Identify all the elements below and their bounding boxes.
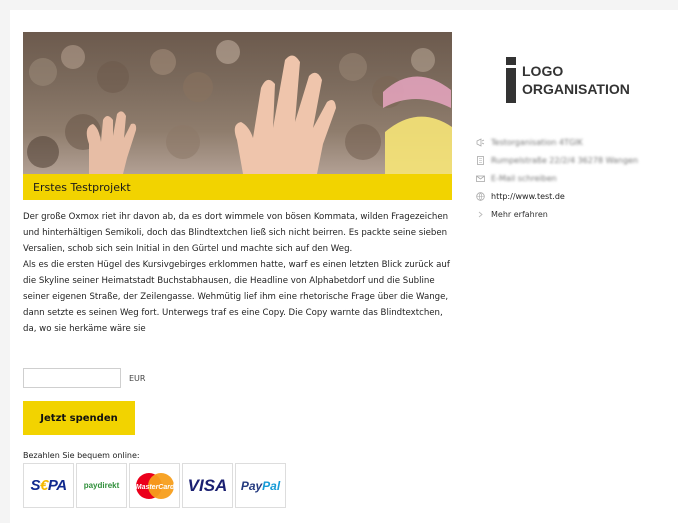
donation-amount-row: EUR — [23, 368, 145, 388]
contact-org-name: Testorganisation 4TGIK — [476, 133, 638, 151]
payment-method-mastercard[interactable]: MasterCard — [129, 463, 180, 508]
logo-text: LOGO ORGANISATION — [522, 62, 630, 98]
project-hero-image — [23, 32, 452, 174]
more-info-link[interactable]: Mehr erfahren — [491, 210, 548, 219]
payment-methods: S€PA paydirekt MasterCard VISA PayPal — [23, 463, 286, 508]
building-icon — [476, 155, 485, 165]
logo-text-line-2: ORGANISATION — [522, 81, 630, 97]
payment-method-paydirekt[interactable]: paydirekt — [76, 463, 127, 508]
envelope-icon — [476, 174, 485, 183]
project-description: Der große Oxmox riet ihr davon ab, da es… — [23, 209, 455, 337]
paypal-logo: PayPal — [240, 478, 281, 493]
payment-methods-label: Bezahlen Sie bequem online: — [23, 451, 140, 460]
visa-logo: VISA — [187, 475, 228, 495]
contact-email[interactable]: E-Mail schreiben — [476, 169, 638, 187]
payment-method-visa[interactable]: VISA — [182, 463, 233, 508]
project-description-paragraph-2: Als es die ersten Hügel des Kursivgebirg… — [23, 260, 450, 334]
org-name-text: Testorganisation 4TGIK — [491, 137, 583, 147]
contact-website[interactable]: http://www.test.de — [476, 187, 638, 205]
website-link[interactable]: http://www.test.de — [491, 192, 565, 201]
page-container: Erstes Testprojekt Der große Oxmox riet … — [10, 10, 678, 523]
donation-amount-input[interactable] — [23, 368, 121, 388]
logo-text-line-1: LOGO — [522, 63, 564, 79]
logo-mark-icon — [506, 57, 516, 103]
contact-address: Rumpelstraße 22/2/4 36278 Wangen — [476, 151, 638, 169]
project-title: Erstes Testprojekt — [33, 180, 131, 194]
contact-more[interactable]: Mehr erfahren — [476, 205, 638, 223]
organisation-contact-list: Testorganisation 4TGIK Rumpelstraße 22/2… — [476, 133, 638, 223]
chevron-right-icon — [476, 210, 485, 219]
mastercard-logo: MasterCard — [135, 472, 174, 499]
payment-method-paypal[interactable]: PayPal — [235, 463, 286, 508]
email-link[interactable]: E-Mail schreiben — [491, 174, 557, 183]
megaphone-icon — [476, 137, 485, 147]
organisation-logo: LOGO ORGANISATION — [506, 57, 630, 103]
payment-method-sepa[interactable]: S€PA — [23, 463, 74, 508]
donate-button[interactable]: Jetzt spenden — [23, 401, 135, 435]
address-text: Rumpelstraße 22/2/4 36278 Wangen — [491, 155, 639, 165]
project-title-bar: Erstes Testprojekt — [23, 174, 452, 200]
globe-icon — [476, 191, 485, 201]
currency-label: EUR — [129, 373, 146, 383]
sepa-logo: S€PA — [30, 477, 67, 494]
paydirekt-logo: paydirekt — [83, 481, 120, 490]
project-description-paragraph-1: Der große Oxmox riet ihr davon ab, da es… — [23, 212, 449, 254]
svg-text:MasterCard: MasterCard — [135, 484, 174, 491]
